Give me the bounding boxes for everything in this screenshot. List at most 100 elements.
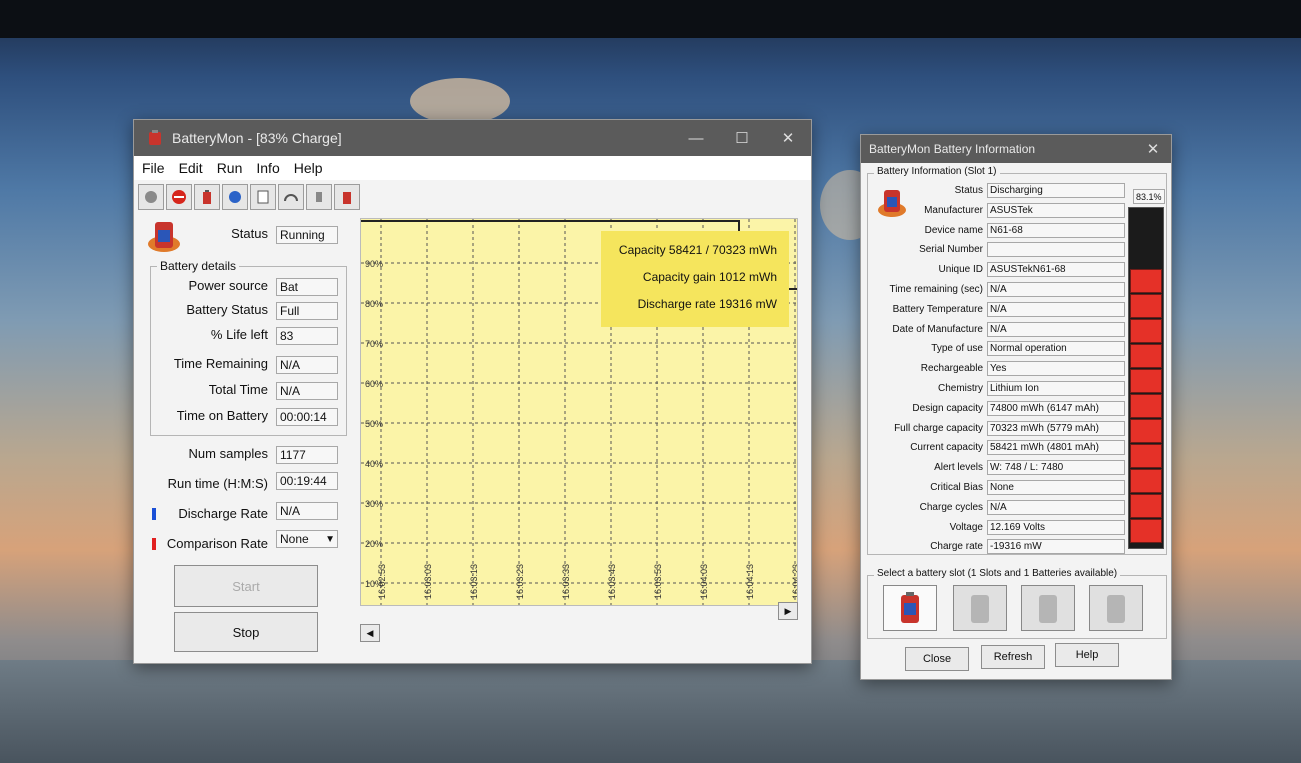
info-field-value: Discharging (987, 183, 1125, 198)
hand-icon (316, 192, 322, 202)
chart-scroll-left-button[interactable]: ◀ (360, 624, 380, 642)
scroll-right-icon: ▶ (784, 605, 792, 616)
chart-info-capacity: Capacity 58421 / 70323 mWh (618, 243, 777, 257)
menu-edit[interactable]: Edit (179, 160, 203, 176)
info-close-button[interactable]: Close (905, 647, 969, 671)
chart-x-tick-label: 16:04:03 (699, 564, 709, 599)
comparison-rate-value: None (280, 532, 309, 546)
info-field-label: Battery Temperature (892, 304, 983, 315)
battery-slot-1[interactable] (883, 585, 937, 631)
info-field-value (987, 242, 1125, 257)
time-remaining-label: Time Remaining (173, 356, 268, 371)
info-field-value: None (987, 480, 1125, 495)
chart-y-tick-label: 60% (365, 379, 383, 389)
chart-x-tick-label: 16:03:23 (515, 564, 525, 599)
charge-gauge-segment (1130, 269, 1162, 293)
chart-x-tick-label: 16:03:43 (607, 564, 617, 599)
num-samples-value: 1177 (276, 446, 338, 464)
background-cloud (410, 78, 510, 124)
main-title-bar[interactable]: BatteryMon - [83% Charge] — ☐ ✕ (134, 120, 811, 156)
info-title-bar[interactable]: BatteryMon Battery Information ✕ (861, 135, 1171, 163)
menu-info[interactable]: Info (256, 160, 279, 176)
info-field-value: 12.169 Volts (987, 520, 1125, 535)
info-field-label: Full charge capacity (894, 423, 983, 434)
info-field-value: Lithium Ion (987, 381, 1125, 396)
chart-x-tick-label: 16:04:23 (791, 564, 797, 599)
document-icon (257, 190, 269, 204)
globe-icon (229, 191, 241, 203)
info-field-value: 58421 mWh (4801 mAh) (987, 440, 1125, 455)
info-field-label: Current capacity (910, 442, 983, 453)
empty-battery-icon (1039, 595, 1057, 623)
toolbar-battery-info-button[interactable] (334, 184, 360, 210)
close-button[interactable]: ✕ (765, 120, 811, 156)
start-button[interactable]: Start (174, 565, 318, 607)
info-field-label: Unique ID (938, 264, 983, 275)
info-field-label: Critical Bias (930, 482, 983, 493)
info-field-value: Yes (987, 361, 1125, 376)
info-field-value: ASUSTekN61-68 (987, 262, 1125, 277)
battery-info-icon (343, 192, 351, 204)
charge-level-gauge (1128, 207, 1164, 549)
info-field-value: W: 748 / L: 7480 (987, 460, 1125, 475)
charge-gauge-segment (1130, 344, 1162, 368)
maximize-button[interactable]: ☐ (719, 120, 765, 156)
time-remaining-value: N/A (276, 356, 338, 374)
chart-y-tick-label: 30% (365, 499, 383, 509)
stop-sign-icon (172, 190, 186, 204)
toolbar-options-button[interactable] (306, 184, 332, 210)
discharge-rate-label: Discharge Rate (178, 506, 268, 521)
charge-gauge-segment (1130, 494, 1162, 518)
chart-y-tick-label: 80% (365, 299, 383, 309)
battery-slot-2[interactable] (953, 585, 1007, 631)
discharge-rate-color-marker (152, 508, 156, 520)
chart-x-tick-label: 16:03:03 (423, 564, 433, 599)
info-field-label: Status (954, 185, 983, 196)
menu-file[interactable]: File (142, 160, 165, 176)
battery-icon (901, 592, 919, 623)
info-field-value: N61-68 (987, 223, 1125, 238)
comparison-rate-select[interactable]: None ▼ (276, 530, 338, 548)
battery-status-icon (148, 222, 180, 252)
main-window-title: BatteryMon - [83% Charge] (172, 130, 342, 146)
toolbar-gauge-button[interactable] (278, 184, 304, 210)
info-help-button[interactable]: Help (1055, 643, 1119, 667)
menu-run[interactable]: Run (217, 160, 243, 176)
info-field-value: N/A (987, 302, 1125, 317)
info-field-label: Alert levels (934, 462, 983, 473)
charge-gauge-segment (1130, 469, 1162, 493)
chart-y-tick-label: 90% (365, 259, 383, 269)
chart-x-tick-label: 16:03:53 (653, 564, 663, 599)
toolbar-info-button[interactable] (222, 184, 248, 210)
battery-slot-4[interactable] (1089, 585, 1143, 631)
menu-help[interactable]: Help (294, 160, 323, 176)
info-field-value: 70323 mWh (5779 mAh) (987, 421, 1125, 436)
info-field-label: Design capacity (912, 403, 983, 414)
info-field-value: ASUSTek (987, 203, 1125, 218)
num-samples-label: Num samples (188, 446, 268, 461)
toolbar-log-button[interactable] (250, 184, 276, 210)
battery-status-value: Full (276, 302, 338, 320)
time-on-battery-label: Time on Battery (176, 408, 268, 423)
refresh-button[interactable]: Refresh (981, 645, 1045, 669)
info-field-label: Charge rate (930, 541, 983, 552)
charge-gauge-segment (1130, 444, 1162, 468)
info-field-value: Normal operation (987, 341, 1125, 356)
info-field-label: Type of use (931, 343, 983, 354)
toolbar-stop-button[interactable] (166, 184, 192, 210)
minimize-button[interactable]: — (673, 120, 719, 156)
stop-button[interactable]: Stop (174, 612, 318, 652)
toolbar-battery-button[interactable] (194, 184, 220, 210)
chart-scroll-right-button[interactable]: ▶ (778, 602, 798, 620)
charge-gauge-segment (1130, 319, 1162, 343)
empty-battery-icon (1107, 595, 1125, 623)
time-on-battery-value: 00:00:14 (276, 408, 338, 426)
life-left-label: % Life left (210, 327, 268, 342)
battery-chart: 90% 80% 70% 60% 50% 40% 30% 20% 10% 16:02:53 16:03… (360, 218, 798, 606)
charge-gauge-segment (1130, 419, 1162, 443)
battery-slot-3[interactable] (1021, 585, 1075, 631)
info-close-icon[interactable]: ✕ (1135, 135, 1171, 163)
life-left-value: 83 (276, 327, 338, 345)
toolbar-start-button[interactable] (138, 184, 164, 210)
chart-info-discharge-rate: Discharge rate 19316 mW (637, 297, 777, 311)
